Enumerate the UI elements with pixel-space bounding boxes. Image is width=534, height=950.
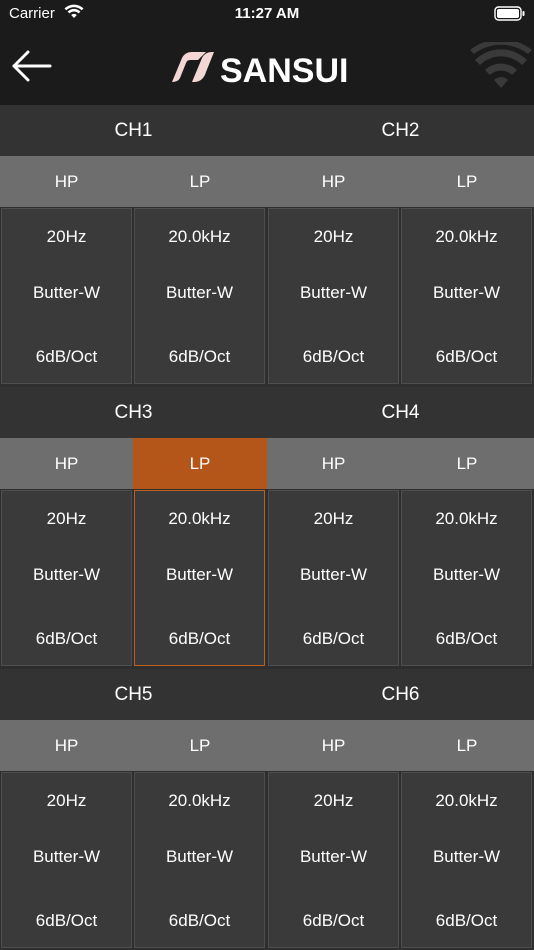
frequency-value: 20Hz <box>313 791 354 810</box>
filter-type-value: Butter-W <box>432 565 501 584</box>
brand-logo: SANSUI <box>168 48 368 90</box>
frequency-value: 20.0kHz <box>435 227 498 246</box>
frequency-value: 20.0kHz <box>168 791 231 810</box>
slope-value: 6dB/Oct <box>435 911 498 930</box>
arrow-left-icon <box>12 50 52 82</box>
frequency-value: 20.0kHz <box>168 227 231 246</box>
filter-type-value: Butter-W <box>32 283 101 302</box>
clock: 11:27 AM <box>234 5 300 22</box>
slope-value: 6dB/Oct <box>302 347 365 366</box>
slope-value: 6dB/Oct <box>302 629 365 648</box>
filter-tab-lp[interactable]: LP <box>133 156 267 207</box>
filter-settings-hp[interactable]: 20Hz Butter-W 6dB/Oct <box>1 208 132 384</box>
filter-tab-lp[interactable]: LP <box>400 720 534 771</box>
filter-settings-lp[interactable]: 20.0kHz Butter-W 6dB/Oct <box>134 208 265 384</box>
channel-header: CH1 <box>0 105 267 156</box>
channel-header: CH4 <box>267 387 534 438</box>
status-bar: Carrier 11:27 AM <box>0 0 534 28</box>
slope-value: 6dB/Oct <box>168 347 231 366</box>
filter-type-value: Butter-W <box>299 847 368 866</box>
frequency-value: 20Hz <box>313 509 354 528</box>
brand-name: SANSUI <box>220 52 348 88</box>
filter-type-value: Butter-W <box>165 565 234 584</box>
slope-value: 6dB/Oct <box>435 629 498 648</box>
slope-value: 6dB/Oct <box>435 347 498 366</box>
filter-settings-hp[interactable]: 20Hz Butter-W 6dB/Oct <box>1 490 132 666</box>
filter-settings-hp[interactable]: 20Hz Butter-W 6dB/Oct <box>268 208 399 384</box>
filter-type-value: Butter-W <box>432 283 501 302</box>
filter-settings-lp[interactable]: 20.0kHz Butter-W 6dB/Oct <box>401 490 532 666</box>
slope-value: 6dB/Oct <box>168 629 231 648</box>
nav-bar: SANSUI <box>0 28 534 105</box>
slope-value: 6dB/Oct <box>35 911 98 930</box>
battery-icon <box>494 6 526 26</box>
filter-tab-lp[interactable]: LP <box>133 438 267 489</box>
filter-tab-lp[interactable]: LP <box>133 720 267 771</box>
filter-settings-lp[interactable]: 20.0kHz Butter-W 6dB/Oct <box>134 772 265 948</box>
filter-settings-lp[interactable]: 20.0kHz Butter-W 6dB/Oct <box>401 208 532 384</box>
slope-value: 6dB/Oct <box>168 911 231 930</box>
filter-tab-hp[interactable]: HP <box>267 438 400 489</box>
filter-tab-hp[interactable]: HP <box>0 156 133 207</box>
filter-settings-hp[interactable]: 20Hz Butter-W 6dB/Oct <box>1 772 132 948</box>
frequency-value: 20Hz <box>46 791 87 810</box>
channel-header: CH2 <box>267 105 534 156</box>
filter-type-value: Butter-W <box>32 847 101 866</box>
filter-tab-hp[interactable]: HP <box>267 156 400 207</box>
frequency-value: 20Hz <box>46 227 87 246</box>
filter-settings-hp[interactable]: 20Hz Butter-W 6dB/Oct <box>268 490 399 666</box>
frequency-value: 20Hz <box>313 227 354 246</box>
frequency-value: 20.0kHz <box>435 791 498 810</box>
filter-tab-hp[interactable]: HP <box>0 438 133 489</box>
filter-type-value: Butter-W <box>32 565 101 584</box>
filter-settings-lp[interactable]: 20.0kHz Butter-W 6dB/Oct <box>401 772 532 948</box>
filter-tab-lp[interactable]: LP <box>400 156 534 207</box>
filter-type-value: Butter-W <box>299 565 368 584</box>
filter-type-value: Butter-W <box>432 847 501 866</box>
filter-settings-hp[interactable]: 20Hz Butter-W 6dB/Oct <box>268 772 399 948</box>
frequency-value: 20.0kHz <box>435 509 498 528</box>
connection-button[interactable] <box>470 39 532 92</box>
slope-value: 6dB/Oct <box>302 911 365 930</box>
frequency-value: 20Hz <box>46 509 87 528</box>
filter-tab-hp[interactable]: HP <box>267 720 400 771</box>
slope-value: 6dB/Oct <box>35 629 98 648</box>
slope-value: 6dB/Oct <box>35 347 98 366</box>
wifi-icon <box>470 39 532 88</box>
channel-header: CH5 <box>0 669 267 720</box>
filter-type-value: Butter-W <box>165 283 234 302</box>
back-button[interactable] <box>10 48 54 88</box>
channel-header: CH3 <box>0 387 267 438</box>
crossover-grid: CH1 HP 20Hz Butter-W 6dB/Oct LP 20.0kHz Butter-… <box>0 105 534 950</box>
frequency-value: 20.0kHz <box>168 509 231 528</box>
filter-tab-lp[interactable]: LP <box>400 438 534 489</box>
filter-type-value: Butter-W <box>299 283 368 302</box>
filter-tab-hp[interactable]: HP <box>0 720 133 771</box>
filter-type-value: Butter-W <box>165 847 234 866</box>
channel-header: CH6 <box>267 669 534 720</box>
filter-settings-lp[interactable]: 20.0kHz Butter-W 6dB/Oct <box>134 490 265 666</box>
